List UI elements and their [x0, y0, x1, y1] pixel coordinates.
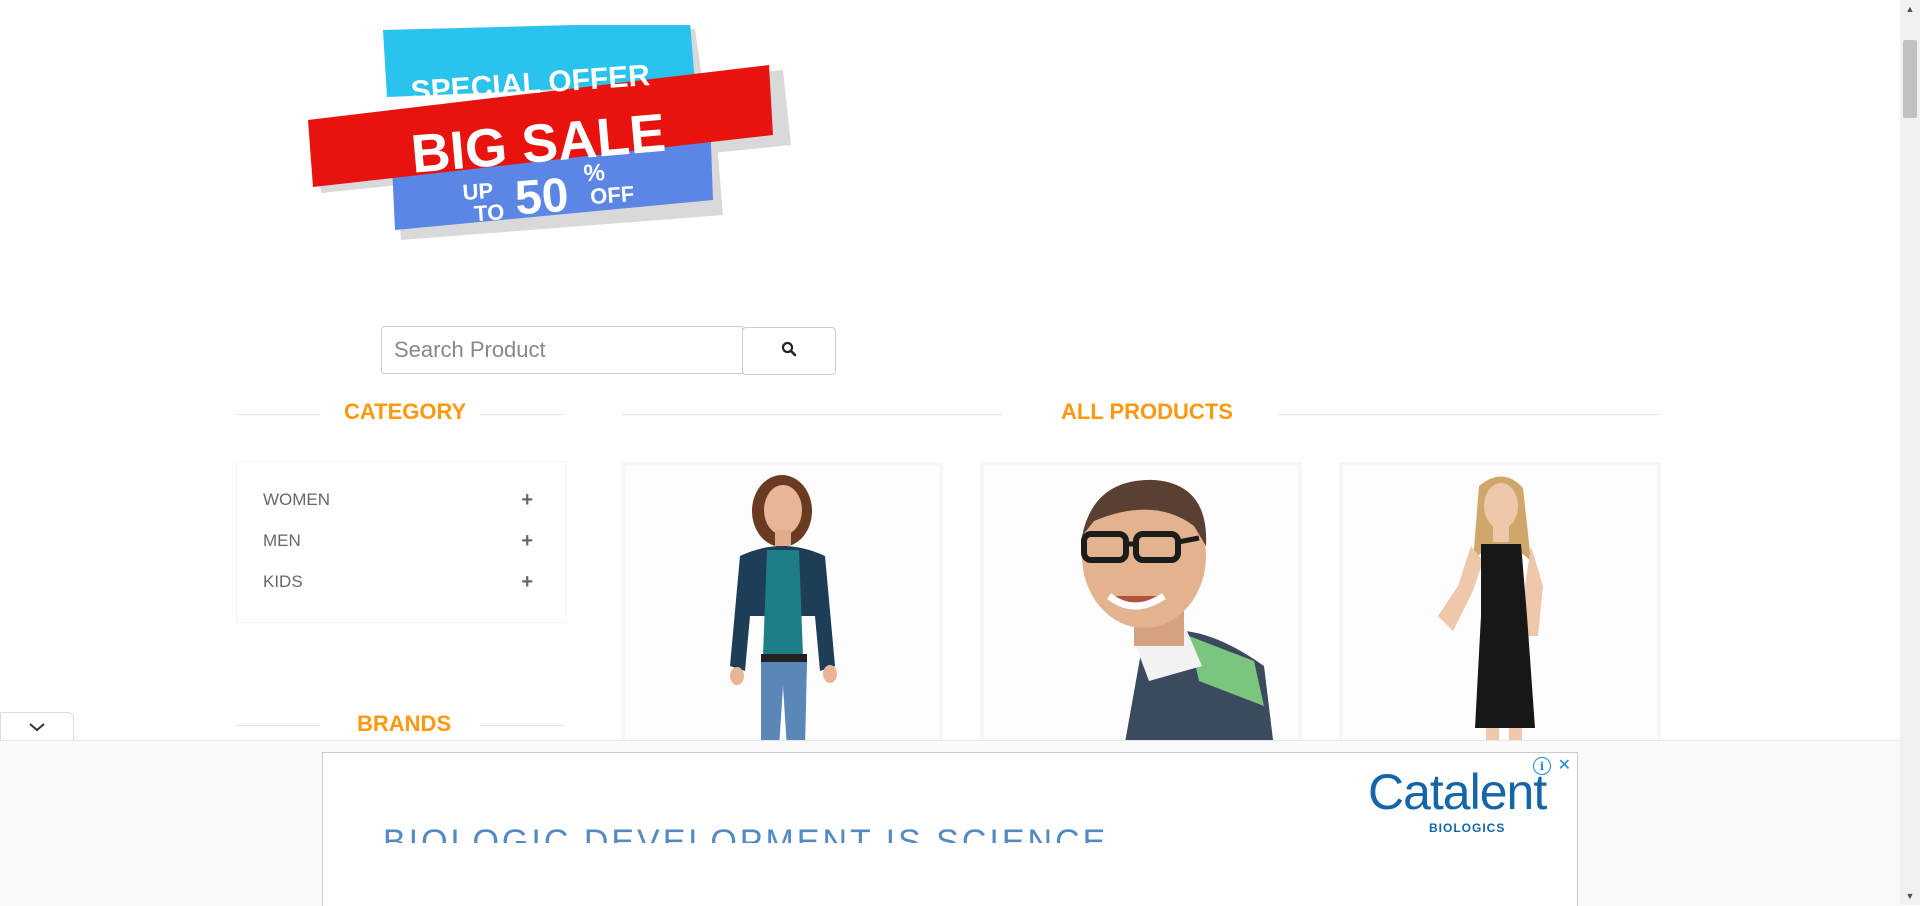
products-title-line-right: [1279, 414, 1661, 415]
plus-icon[interactable]: +: [521, 489, 533, 512]
brands-title: BRANDS: [357, 711, 452, 736]
scroll-down-arrow-icon[interactable]: ▼: [1900, 887, 1920, 905]
product-card[interactable]: [980, 462, 1302, 752]
brands-title-line-right: [480, 725, 564, 726]
category-panel: WOMEN + MEN + KIDS +: [236, 461, 566, 623]
close-icon[interactable]: ✕: [1558, 755, 1571, 775]
category-label: KIDS: [263, 572, 303, 591]
ad-headline[interactable]: BIOLOGIC DEVELOPMENT IS SCIENCE: [383, 823, 1108, 843]
vertical-scrollbar[interactable]: ▲ ▼: [1900, 0, 1920, 905]
category-label: WOMEN: [263, 490, 331, 509]
plus-icon[interactable]: +: [521, 530, 533, 553]
sale-banner[interactable]: SPECIAL OFFER BIG SALE UP TO 50 % OFF: [305, 22, 795, 245]
category-item-men[interactable]: MEN +: [263, 526, 533, 556]
product-image-woman-casual[interactable]: [625, 466, 939, 748]
banner-off: OFF: [589, 181, 635, 209]
product-image-woman-dress[interactable]: [1343, 466, 1657, 748]
brands-title-line-left: [236, 725, 320, 726]
banner-to: TO: [473, 199, 505, 226]
search-button[interactable]: [742, 327, 836, 375]
banner-percent: 50: [513, 169, 570, 226]
products-title: ALL PRODUCTS: [1061, 399, 1233, 424]
search-input[interactable]: [381, 326, 743, 374]
category-title: CATEGORY: [344, 399, 467, 424]
chevron-down-icon: [28, 719, 46, 737]
category-label: MEN: [263, 531, 301, 550]
category-item-kids[interactable]: KIDS +: [263, 567, 533, 597]
products-title-line-left: [621, 414, 1003, 415]
info-icon[interactable]: i: [1533, 757, 1551, 775]
category-title-line-right: [480, 414, 564, 415]
product-card[interactable]: [621, 462, 943, 752]
page: SPECIAL OFFER BIG SALE UP TO 50 % OFF CA…: [0, 0, 1900, 906]
plus-icon[interactable]: +: [521, 571, 533, 594]
ad-collapse-button[interactable]: [0, 712, 74, 743]
ad-frame[interactable]: BIOLOGIC DEVELOPMENT IS SCIENCE Catalent…: [322, 752, 1578, 906]
ad-brand-logo[interactable]: Catalent: [1368, 763, 1547, 821]
ad-brand-sub: BIOLOGICS: [1429, 821, 1506, 835]
scroll-thumb[interactable]: [1903, 40, 1917, 118]
product-image-man-glasses[interactable]: [984, 466, 1298, 748]
search-icon: [781, 341, 797, 362]
category-item-women[interactable]: WOMEN +: [263, 485, 533, 515]
scroll-up-arrow-icon[interactable]: ▲: [1900, 0, 1920, 18]
category-title-line-left: [236, 414, 320, 415]
product-card[interactable]: [1339, 462, 1661, 752]
